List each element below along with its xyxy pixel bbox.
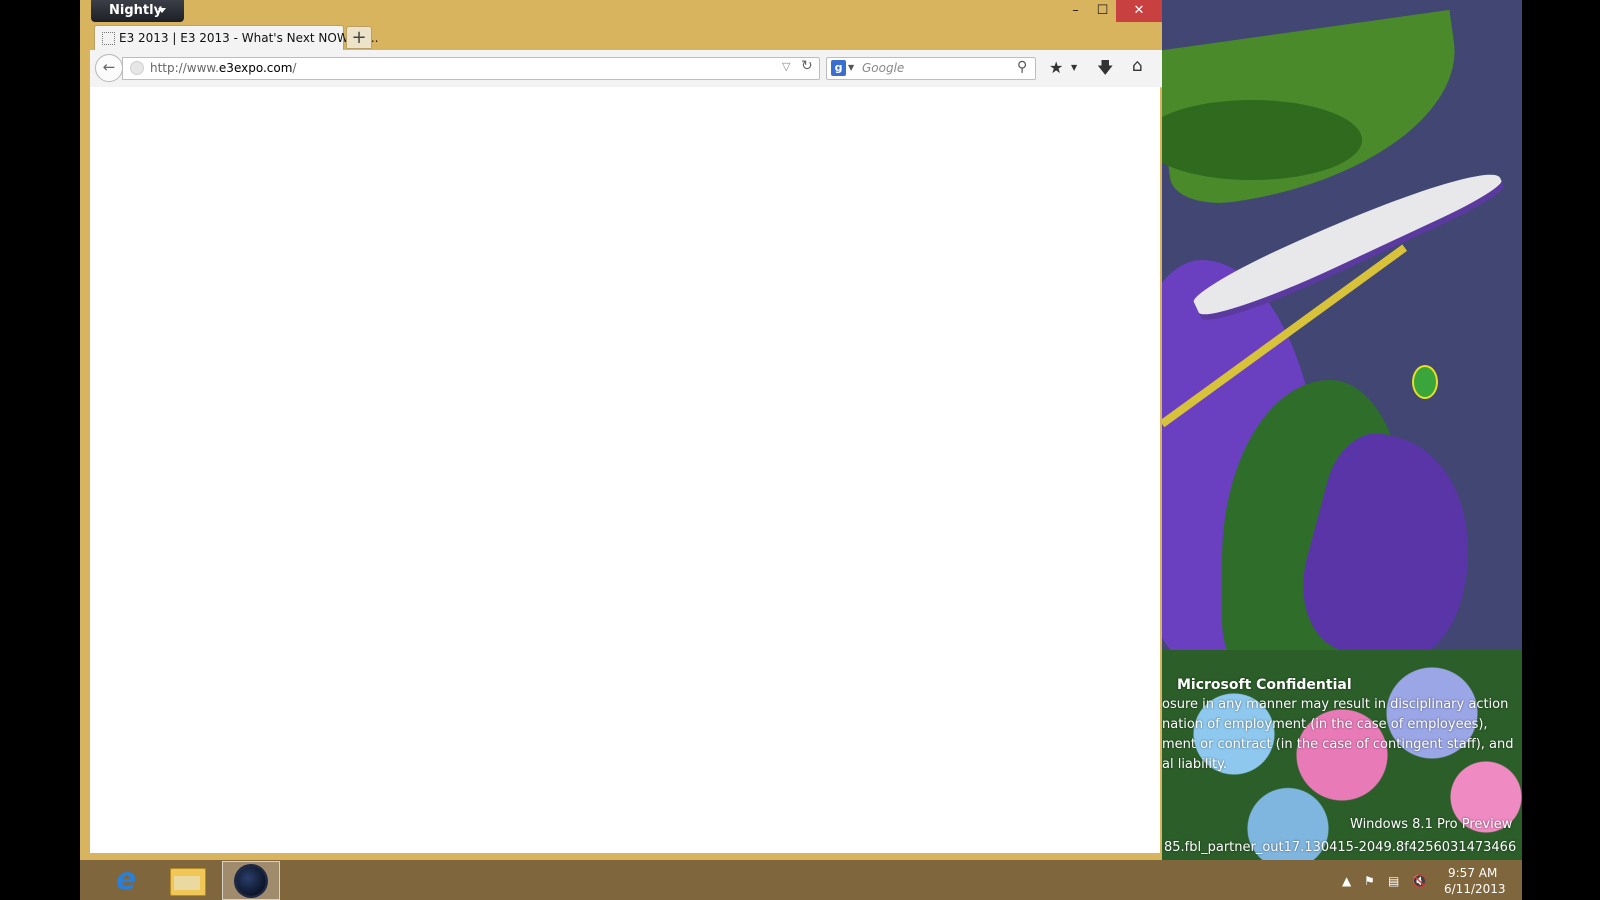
watermark-line: al liability. xyxy=(1162,757,1228,772)
page-content[interactable] xyxy=(90,87,1160,853)
url-path: / xyxy=(292,61,297,75)
clock-date[interactable]: 6/11/2013 xyxy=(1444,882,1506,896)
url-domain: e3expo.com xyxy=(218,61,293,75)
watermark-line: ment or contract (in the case of conting… xyxy=(1162,737,1514,752)
watermark-build: 85.fbl_partner_out17.130415-2049.8f42560… xyxy=(1164,840,1517,855)
app-menu-label: Nightly xyxy=(109,3,163,18)
page-favicon-icon xyxy=(102,32,115,45)
url-history-dropdown-icon[interactable]: ▽ xyxy=(782,60,790,73)
desktop-left-edge xyxy=(0,0,80,900)
chevron-down-icon xyxy=(158,8,166,13)
watermark-line: osure in any manner may result in discip… xyxy=(1162,697,1509,712)
clock-time[interactable]: 9:57 AM xyxy=(1448,866,1497,880)
desktop-right-edge xyxy=(1522,0,1600,900)
home-icon[interactable]: ⌂ xyxy=(1132,56,1143,76)
watermark-edition: Windows 8.1 Pro Preview xyxy=(1350,817,1513,832)
firefox-nightly-icon[interactable] xyxy=(236,866,266,896)
volume-muted-icon[interactable]: 🔇 xyxy=(1412,874,1427,888)
download-arrow-icon[interactable]: 🡇 xyxy=(1097,57,1113,84)
url-text[interactable]: http://www.e3expo.com/ xyxy=(150,61,296,75)
maximize-button[interactable]: ☐ xyxy=(1089,0,1116,22)
google-engine-icon[interactable]: g xyxy=(831,60,846,76)
url-scheme: http://www. xyxy=(150,61,219,75)
watermark-title: Microsoft Confidential xyxy=(1177,677,1352,693)
action-center-flag-icon[interactable]: ⚑ xyxy=(1364,874,1375,888)
chevron-down-icon[interactable]: ▼ xyxy=(1071,63,1077,72)
close-button[interactable]: ✕ xyxy=(1116,0,1162,22)
wallpaper-bug xyxy=(1412,365,1438,399)
search-placeholder: Google xyxy=(862,61,905,75)
watermark-line: nation of employment (in the case of emp… xyxy=(1162,717,1488,732)
chevron-down-icon[interactable]: ▼ xyxy=(848,63,854,72)
site-identity-icon[interactable] xyxy=(130,61,144,75)
tab-title: E3 2013 | E3 2013 - What's Next NOW: Ju.… xyxy=(119,31,379,45)
minimize-button[interactable]: – xyxy=(1062,0,1089,22)
file-explorer-icon[interactable] xyxy=(170,868,206,896)
search-input[interactable] xyxy=(826,57,1036,80)
app-menu-button[interactable]: Nightly xyxy=(91,0,184,22)
show-hidden-icons-icon[interactable]: ▲ xyxy=(1342,874,1351,888)
new-tab-button[interactable]: + xyxy=(346,26,372,49)
internet-explorer-icon[interactable]: e xyxy=(108,863,144,897)
browser-tab[interactable]: E3 2013 | E3 2013 - What's Next NOW: Ju.… xyxy=(94,25,378,50)
taskbar xyxy=(80,860,1522,900)
search-magnifier-icon[interactable]: ⚲ xyxy=(1017,59,1027,75)
back-arrow-icon[interactable]: ← xyxy=(95,54,123,82)
reload-icon[interactable]: ↻ xyxy=(801,58,813,74)
bookmarks-star-icon[interactable]: ★ xyxy=(1049,58,1063,77)
network-icon[interactable]: ▤ xyxy=(1388,874,1399,888)
